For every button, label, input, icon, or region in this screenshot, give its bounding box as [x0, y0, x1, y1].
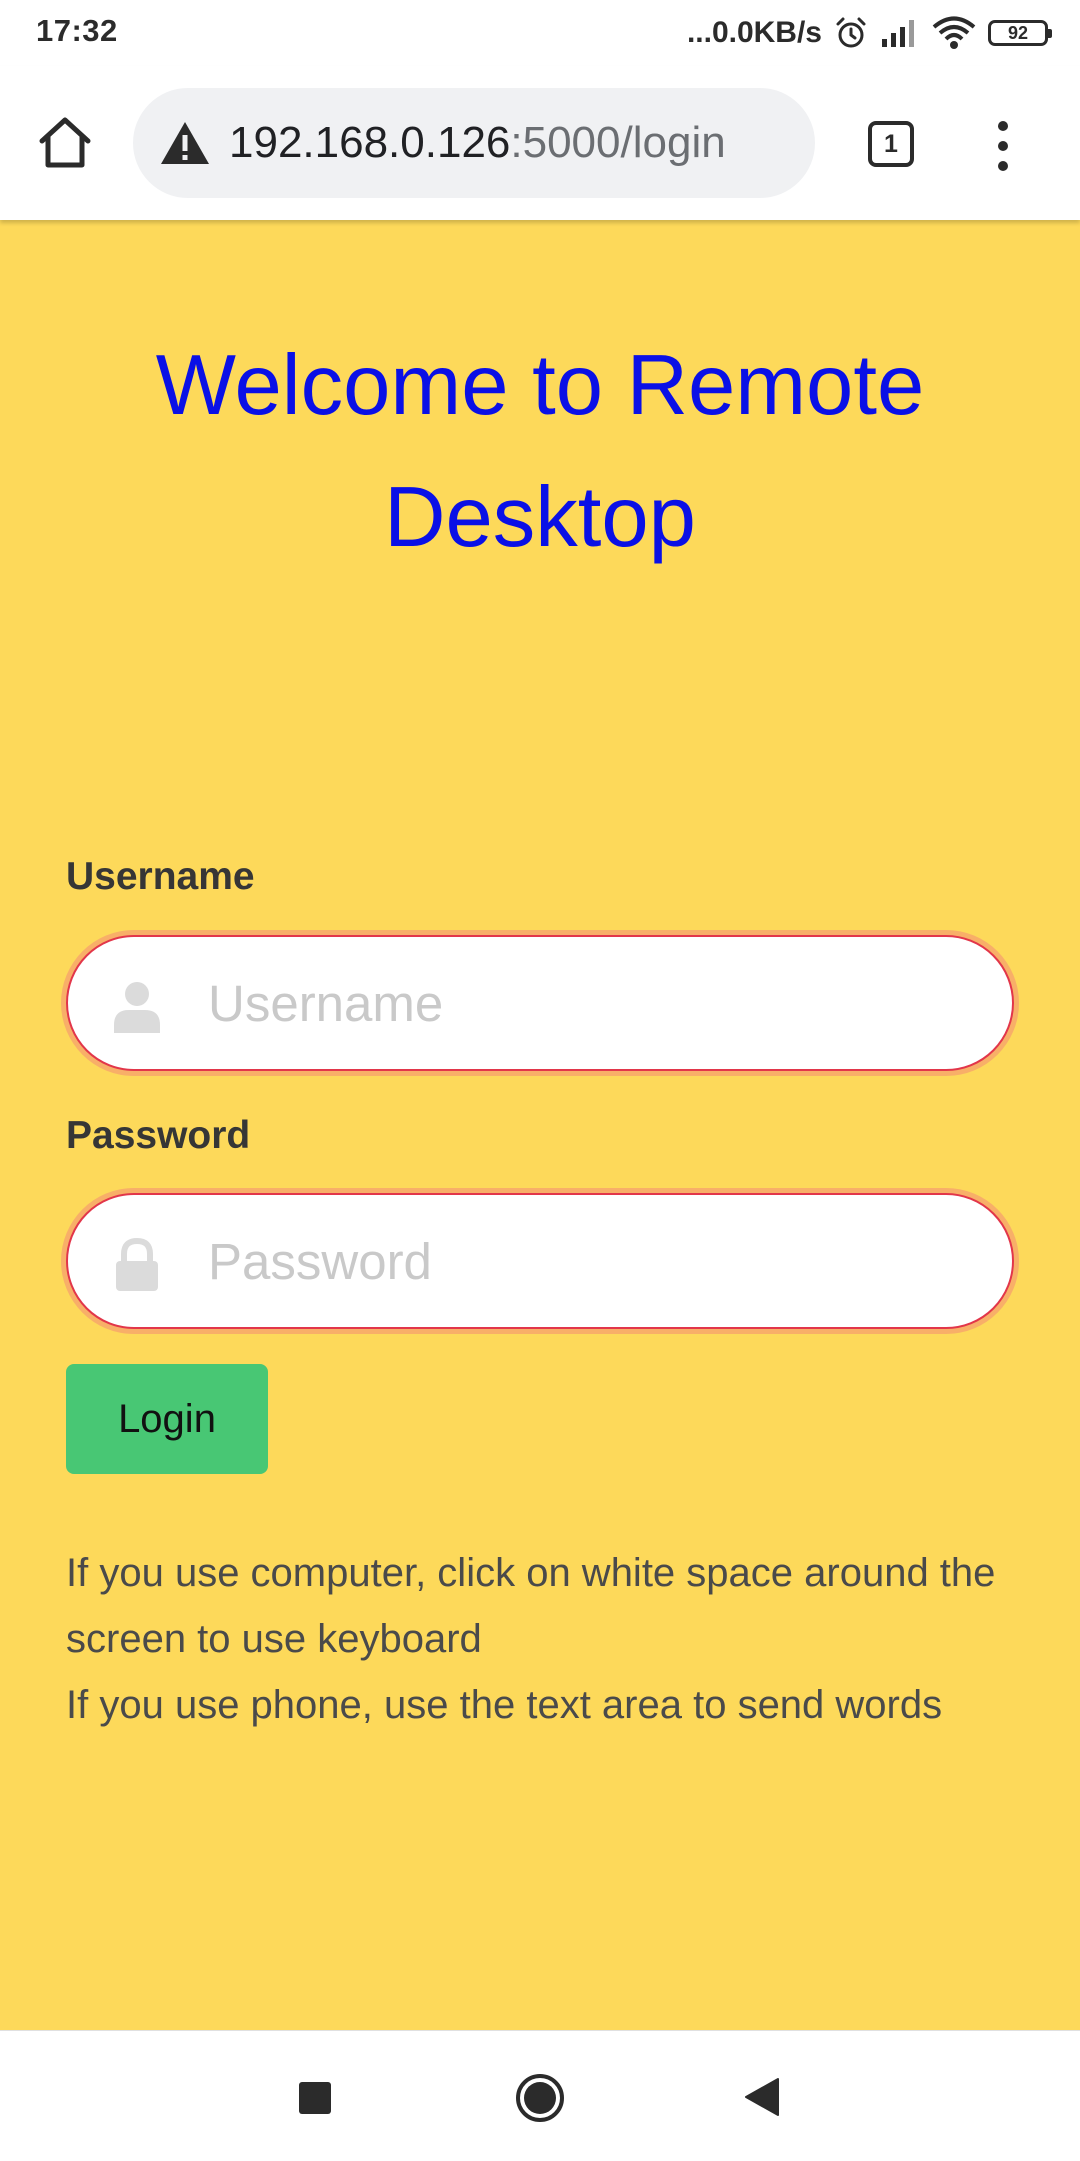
address-bar[interactable]: 192.168.0.126:5000/login — [133, 88, 815, 198]
home-circle-icon[interactable] — [515, 2073, 565, 2123]
status-bar: 17:32 ...0.0KB/s 92 — [0, 0, 1080, 66]
url-text[interactable]: 192.168.0.126:5000/login — [229, 118, 726, 168]
network-speed: ...0.0KB/s — [686, 16, 822, 49]
more-menu-icon[interactable] — [985, 119, 1021, 173]
alarm-icon — [836, 17, 866, 48]
recents-icon[interactable] — [299, 2082, 331, 2114]
url-path: :5000/login — [510, 118, 726, 167]
help-text: If you use computer, click on white spac… — [66, 1540, 1026, 1738]
password-input[interactable] — [208, 1195, 968, 1327]
lock-icon — [116, 1237, 158, 1291]
username-field[interactable] — [66, 935, 1014, 1071]
password-label: Password — [66, 1114, 251, 1157]
user-icon — [114, 982, 160, 1033]
status-icons: ...0.0KB/s 92 — [686, 12, 1052, 54]
browser-toolbar: 192.168.0.126:5000/login 1 — [0, 66, 1080, 220]
url-host: 192.168.0.126 — [229, 118, 511, 167]
battery-icon: 92 — [988, 20, 1052, 46]
navigation-bar — [0, 2030, 1080, 2161]
signal-icon — [882, 20, 914, 47]
home-icon[interactable] — [36, 114, 94, 172]
help-line-phone: If you use phone, use the text area to s… — [66, 1683, 943, 1727]
tab-count: 1 — [884, 129, 898, 158]
username-label: Username — [66, 855, 255, 898]
username-input[interactable] — [208, 937, 968, 1069]
tabs-icon[interactable]: 1 — [868, 121, 914, 167]
back-icon[interactable] — [744, 2077, 780, 2117]
help-line-computer: If you use computer, click on white spac… — [66, 1551, 996, 1661]
login-button[interactable]: Login — [66, 1364, 268, 1474]
password-field[interactable] — [66, 1193, 1014, 1329]
battery-level: 92 — [1007, 22, 1029, 43]
status-time: 17:32 — [36, 13, 118, 48]
wifi-icon — [932, 16, 976, 49]
page-title: Welcome to Remote Desktop — [155, 338, 925, 565]
warning-icon[interactable] — [159, 119, 211, 167]
